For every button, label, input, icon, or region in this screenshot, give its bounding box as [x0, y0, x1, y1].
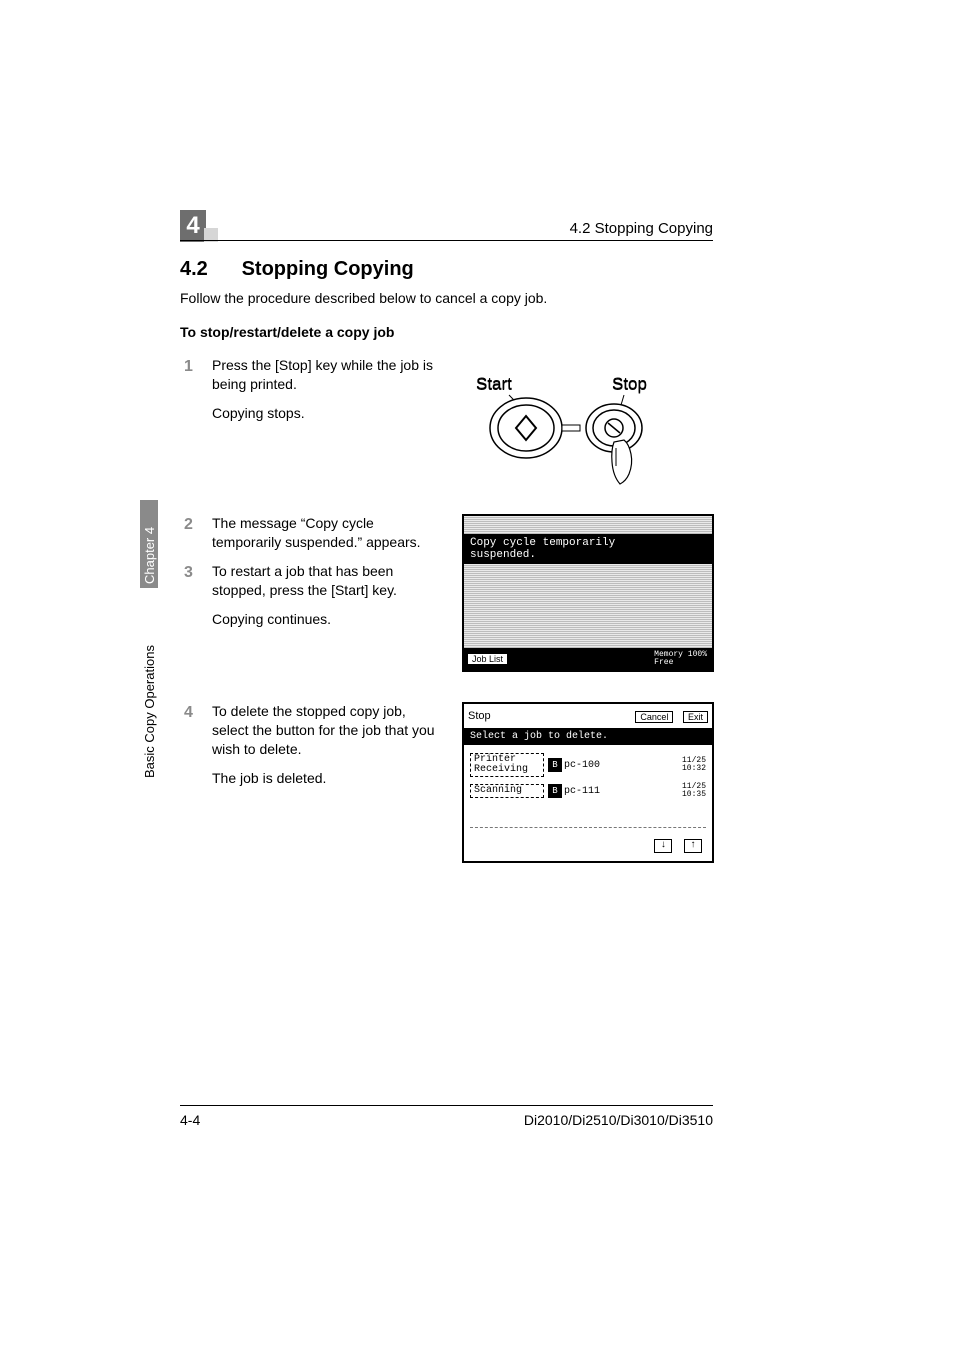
- step-2: 2 The message “Copy cycle temporarily su…: [184, 514, 444, 552]
- section-heading: 4.2 Stopping Copying: [180, 258, 414, 281]
- chapter-number: 4: [180, 210, 206, 242]
- step-text: The message “Copy cycle temporarily susp…: [212, 514, 444, 552]
- cancel-button[interactable]: Cancel: [635, 711, 673, 723]
- sidebar-book-label: Basic Copy Operations: [142, 645, 157, 778]
- section-number: 4.2: [180, 258, 236, 281]
- step-number: 2: [184, 514, 206, 536]
- job-status-line: Scanning: [474, 786, 540, 796]
- job-name: pc-111: [564, 786, 600, 797]
- footer-rule: [180, 1105, 713, 1106]
- step-text: To restart a job that has been stopped, …: [212, 562, 444, 600]
- job-time: 10:32: [682, 765, 706, 773]
- job-datetime: 11/25 10:32: [682, 757, 706, 773]
- job-status-line: Receiving: [474, 765, 540, 775]
- step-3: 3 To restart a job that has been stopped…: [184, 562, 444, 629]
- step-1: 1 Press the [Stop] key while the job is …: [184, 356, 444, 423]
- stop-button-label: Stop: [612, 374, 647, 394]
- chapter-badge: 4: [180, 210, 218, 242]
- job-name: pc-100: [564, 760, 600, 771]
- sidebar-chapter-label: Chapter 4: [142, 527, 157, 584]
- step-text: The job is deleted.: [212, 769, 444, 788]
- step-number: 3: [184, 562, 206, 584]
- section-subheading: To stop/restart/delete a copy job: [180, 324, 394, 340]
- lcd-top-hatch: [464, 516, 712, 534]
- lcd-title: Stop: [468, 710, 491, 722]
- step-text: Copying stops.: [212, 404, 444, 423]
- figure-lcd-suspended: Copy cycle temporarily suspended. Job Li…: [462, 514, 714, 672]
- header-section-path: 4.2 Stopping Copying: [570, 220, 713, 237]
- job-row[interactable]: Scanning B pc-111 11/25 10:35: [470, 783, 706, 799]
- list-separator: [470, 827, 706, 828]
- step-4: 4 To delete the stopped copy job, select…: [184, 702, 444, 788]
- figure-lcd-delete-job: Stop Cancel Exit Select a job to delete.…: [462, 702, 714, 863]
- lcd-instruction: Select a job to delete.: [464, 728, 712, 745]
- step-text: Copying continues.: [212, 610, 444, 629]
- lcd-mid-hatch: [464, 564, 712, 648]
- lcd-message-line1: Copy cycle temporarily: [470, 537, 706, 549]
- memory-value: 100%: [688, 650, 707, 659]
- memory-free: Free: [654, 658, 673, 667]
- start-button-label: Start: [476, 374, 512, 394]
- section-intro: Follow the procedure described below to …: [180, 290, 547, 306]
- step-number: 1: [184, 356, 206, 378]
- header-rule: [180, 240, 713, 241]
- job-status: Printer Receiving: [470, 753, 544, 777]
- lcd-message-line2: suspended.: [470, 549, 706, 561]
- job-type-icon: B: [548, 758, 562, 772]
- job-type-icon: B: [548, 784, 562, 798]
- exit-button[interactable]: Exit: [683, 711, 708, 723]
- lcd-message: Copy cycle temporarily suspended.: [464, 534, 712, 564]
- job-row[interactable]: Printer Receiving B pc-100 11/25 10:32: [470, 753, 706, 777]
- page-number: 4-4: [180, 1112, 200, 1128]
- job-status: Scanning: [470, 784, 544, 798]
- memory-indicator: Memory 100% Free: [652, 650, 709, 668]
- scroll-down-button[interactable]: ↓: [654, 839, 672, 853]
- figure-start-stop-buttons: Start Stop Start Stop: [454, 370, 674, 490]
- step-text: Press the [Stop] key while the job is be…: [212, 356, 444, 394]
- section-title: Stopping Copying: [242, 258, 414, 280]
- page: 4 4.2 Stopping Copying 4.2 Stopping Copy…: [0, 0, 954, 1351]
- step-text: To delete the stopped copy job, select t…: [212, 702, 444, 759]
- job-list-button[interactable]: Job List: [467, 653, 508, 665]
- step-number: 4: [184, 702, 206, 724]
- job-time: 10:35: [682, 791, 706, 799]
- job-datetime: 11/25 10:35: [682, 783, 706, 799]
- scroll-up-button[interactable]: ↑: [684, 839, 702, 853]
- model-list: Di2010/Di2510/Di3010/Di3510: [524, 1112, 713, 1128]
